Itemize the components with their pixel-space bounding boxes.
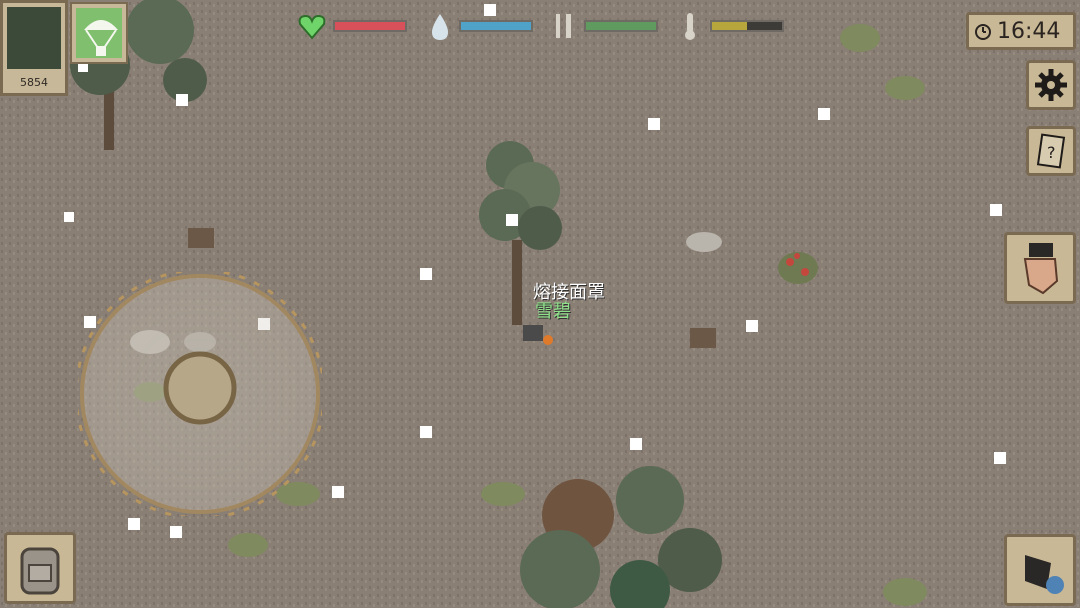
inventory-button[interactable] <box>4 532 76 604</box>
temperature-bar <box>710 20 784 32</box>
temperature-bar-fill <box>712 22 747 30</box>
health-bar <box>333 20 407 32</box>
avatar <box>7 7 61 69</box>
hunger-bar <box>584 20 658 32</box>
svg-text:?: ? <box>1047 143 1056 162</box>
game-clock: 16:44 <box>966 12 1076 50</box>
thermometer-icon <box>674 10 706 42</box>
thirst-bar <box>459 20 533 32</box>
clock-time: 16:44 <box>997 19 1061 44</box>
hunger-bar-fill <box>586 22 656 30</box>
backpack-icon <box>20 547 60 595</box>
parachute-icon <box>76 8 122 58</box>
heart-icon <box>296 10 328 42</box>
fork-knife-icon <box>548 10 580 42</box>
quests-button[interactable]: ? <box>1026 126 1076 176</box>
gear-icon <box>1035 69 1067 101</box>
berry-bush[interactable] <box>778 252 818 284</box>
score-label: 5854 <box>20 76 48 89</box>
scroll-icon: ? <box>1036 133 1066 169</box>
hand-icon <box>1023 243 1059 295</box>
player-portrait[interactable]: 5854 <box>0 0 68 96</box>
clock-icon <box>975 24 991 40</box>
joystick-knob[interactable] <box>163 351 237 425</box>
glove-icon <box>1025 555 1064 594</box>
water-drop-icon <box>424 10 456 42</box>
player-name-label: 雪碧 <box>535 301 571 322</box>
health-bar-fill <box>335 22 405 30</box>
settings-button[interactable] <box>1026 60 1076 110</box>
airdrop-button[interactable] <box>70 2 128 64</box>
attack-button[interactable] <box>1004 534 1076 606</box>
thirst-bar-fill <box>461 22 531 30</box>
interact-button[interactable] <box>1004 232 1076 304</box>
movement-joystick[interactable] <box>78 272 322 516</box>
